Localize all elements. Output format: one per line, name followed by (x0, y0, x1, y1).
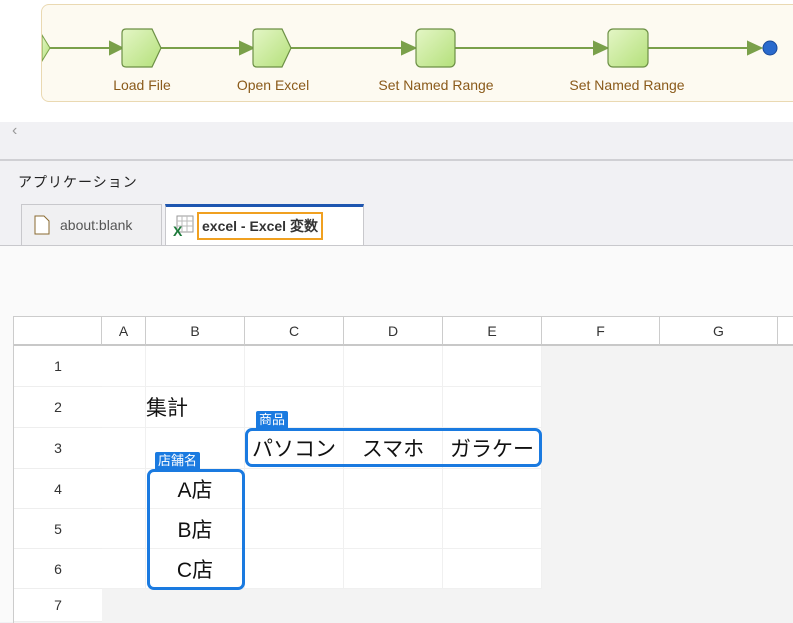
cell[interactable] (245, 469, 344, 509)
excel-icon: X (173, 215, 194, 237)
cell[interactable] (443, 469, 542, 509)
cell[interactable] (344, 549, 443, 589)
column-header[interactable]: B (146, 317, 245, 346)
column-header[interactable]: F (542, 317, 660, 346)
scroll-left-icon[interactable]: ‹ (12, 122, 17, 140)
cell[interactable] (443, 549, 542, 589)
column-header[interactable] (778, 317, 793, 346)
cell[interactable] (102, 509, 146, 549)
column-header[interactable]: E (443, 317, 542, 346)
cell[interactable] (102, 346, 146, 387)
panel-title: アプリケーション (18, 174, 138, 190)
cell[interactable] (102, 387, 146, 428)
row-header[interactable]: 7 (14, 589, 102, 622)
cell[interactable] (146, 346, 245, 387)
column-header[interactable]: A (102, 317, 146, 346)
column-header[interactable]: G (660, 317, 778, 346)
column-header[interactable]: C (245, 317, 344, 346)
named-range-label: 商品 (256, 411, 289, 428)
row-header[interactable]: 1 (14, 346, 102, 387)
node-label[interactable]: Open Excel (237, 77, 309, 93)
flow-node-load-file (121, 28, 162, 68)
corner-header[interactable] (14, 317, 102, 346)
named-range-label: 店舗名 (155, 452, 201, 469)
cell[interactable] (344, 469, 443, 509)
named-range-stores[interactable] (147, 469, 245, 590)
row-header[interactable]: 2 (14, 387, 102, 428)
cell[interactable] (344, 387, 443, 428)
row-header[interactable]: 6 (14, 549, 102, 589)
cell[interactable] (245, 346, 344, 387)
node-label[interactable]: Load File (113, 77, 171, 93)
cell[interactable] (245, 549, 344, 589)
cell[interactable] (245, 509, 344, 549)
row-header[interactable]: 3 (14, 428, 102, 469)
cell[interactable] (443, 387, 542, 428)
row-header[interactable]: 5 (14, 509, 102, 549)
cell[interactable] (344, 509, 443, 549)
tab-excel[interactable]: X excel - Excel 変数 (165, 204, 364, 245)
named-range-products[interactable] (245, 428, 542, 467)
node-label[interactable]: Set Named Range (378, 77, 493, 93)
tab-about-blank[interactable]: about:blank (21, 204, 162, 245)
node-label[interactable]: Set Named Range (569, 77, 684, 93)
column-header[interactable]: D (344, 317, 443, 346)
tab-label: about:blank (60, 217, 133, 233)
document-icon (34, 215, 50, 235)
cell[interactable] (102, 428, 146, 469)
cell[interactable] (443, 346, 542, 387)
svg-text:X: X (173, 223, 183, 237)
flow-node-open-excel (252, 28, 292, 68)
cell[interactable] (443, 509, 542, 549)
tab-divider (0, 245, 793, 246)
end-node (762, 40, 778, 56)
row-header[interactable]: 4 (14, 469, 102, 509)
start-node (42, 34, 51, 62)
cell[interactable] (102, 469, 146, 509)
cell[interactable] (344, 346, 443, 387)
flow-node-set-named-range-2 (607, 28, 649, 68)
tab-label: excel - Excel 変数 (197, 212, 323, 240)
cell[interactable] (102, 549, 146, 589)
flow-node-set-named-range-1 (415, 28, 456, 68)
workflow-container: Load File Open Excel Set Named Range Set… (41, 4, 793, 102)
cell-b2[interactable]: 集計 (146, 387, 245, 428)
divider (0, 159, 793, 161)
